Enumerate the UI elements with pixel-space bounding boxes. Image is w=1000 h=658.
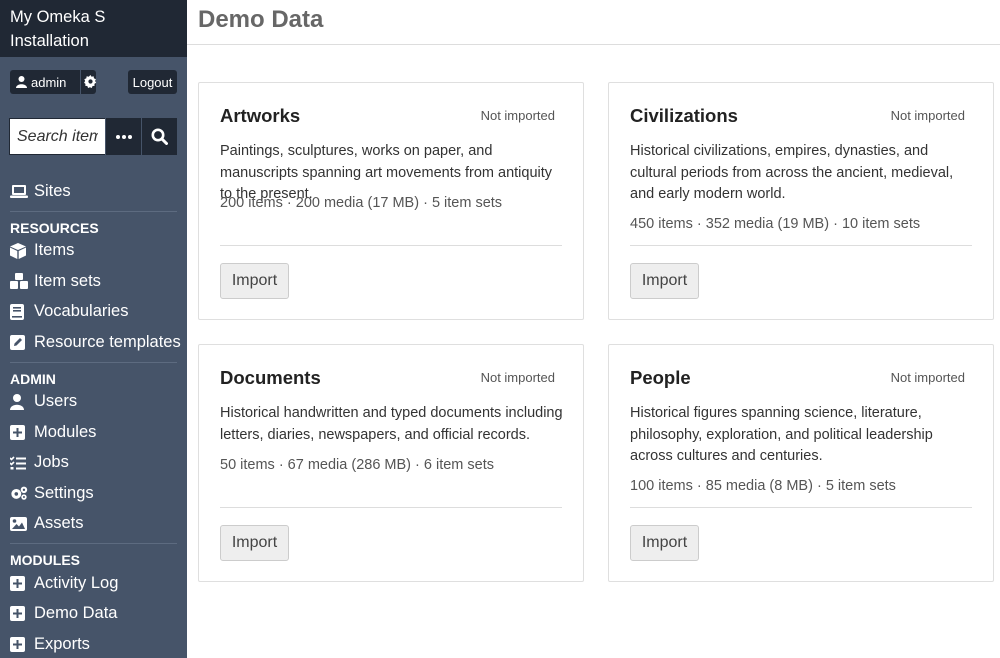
site-title[interactable]: My Omeka S Installation	[0, 0, 187, 57]
sidebar-item-label: Activity Log	[34, 573, 119, 592]
site-title-line1: My Omeka S	[10, 8, 106, 26]
site-title-line2: Installation	[10, 32, 89, 50]
sidebar-item-label: Item sets	[34, 271, 101, 290]
sidebar-item-jobs[interactable]: Jobs	[0, 448, 187, 479]
dataset-card-people: People Not imported Historical figures s…	[608, 344, 994, 582]
import-button[interactable]: Import	[220, 525, 289, 561]
sidebar-item-label: Resource templates	[34, 332, 181, 351]
import-button[interactable]: Import	[630, 525, 699, 561]
card-description: Historical civilizations, empires, dynas…	[630, 143, 954, 202]
sidebar-item-item-sets[interactable]: Item sets	[0, 266, 187, 297]
modules-heading: MODULES	[10, 552, 80, 568]
sidebar-item-label: Modules	[34, 422, 97, 441]
cube-icon	[10, 242, 28, 259]
dataset-card-artworks: Artworks Not imported Paintings, sculptu…	[198, 82, 584, 320]
plus-square-icon	[10, 606, 28, 622]
card-title: Documents	[220, 367, 321, 388]
sidebar-item-activity-log[interactable]: Activity Log	[0, 568, 187, 599]
sidebar-item-demo-data[interactable]: Demo Data	[0, 599, 187, 630]
user-icon	[10, 393, 28, 410]
sidebar-item-modules[interactable]: Modules	[0, 417, 187, 448]
divider	[10, 543, 177, 544]
gear-icon[interactable]	[84, 75, 97, 91]
sidebar-item-label: Demo Data	[34, 604, 118, 623]
user-name[interactable]: admin	[27, 75, 66, 90]
divider	[10, 361, 177, 363]
divider	[80, 70, 81, 94]
search-button[interactable]	[141, 118, 177, 155]
plus-square-icon	[10, 424, 28, 440]
edit-icon	[10, 334, 28, 350]
sidebar-item-sites[interactable]: Sites	[0, 176, 187, 207]
sidebar-item-assets[interactable]: Assets	[0, 509, 187, 540]
more-icon	[115, 134, 132, 139]
divider	[630, 245, 972, 246]
card-title: People	[630, 367, 691, 388]
status-badge: Not imported	[890, 108, 965, 123]
image-icon	[10, 516, 28, 531]
search-input[interactable]	[9, 118, 105, 155]
user-menu[interactable]: admin	[10, 70, 97, 94]
sidebar-nav: Sites RESOURCES Items Item sets Vocabula…	[0, 176, 187, 658]
import-button[interactable]: Import	[220, 263, 289, 299]
search-form	[9, 118, 177, 155]
sidebar-item-label: Sites	[34, 181, 71, 200]
divider	[220, 245, 562, 246]
card-stats: 450 items · 352 media (19 MB) · 10 item …	[630, 216, 921, 232]
sidebar-item-label: Assets	[34, 514, 84, 533]
import-button[interactable]: Import	[630, 263, 699, 299]
resources-heading: RESOURCES	[10, 219, 99, 236]
cogs-icon	[10, 485, 28, 501]
divider	[10, 210, 177, 212]
advanced-search-button[interactable]	[105, 118, 141, 155]
sidebar-item-exports[interactable]: Exports	[0, 629, 187, 658]
card-description: Historical handwritten and typed documen…	[220, 405, 563, 443]
plus-square-icon	[10, 575, 28, 591]
divider	[630, 507, 972, 508]
laptop-icon	[10, 184, 28, 198]
sidebar-item-vocabularies[interactable]: Vocabularies	[0, 297, 187, 328]
plus-square-icon	[10, 636, 28, 652]
sidebar-item-label: Exports	[34, 634, 90, 653]
card-stats: 50 items · 67 media (286 MB) · 6 item se…	[220, 457, 494, 473]
status-badge: Not imported	[480, 108, 555, 123]
sidebar-item-label: Users	[34, 392, 78, 411]
sidebar-item-label: Vocabularies	[34, 302, 129, 321]
card-stats: 100 items · 85 media (8 MB) · 5 item set…	[630, 478, 896, 494]
admin-heading: ADMIN	[10, 370, 56, 387]
user-icon	[16, 76, 27, 88]
page-title: Demo Data	[198, 6, 324, 33]
card-description: Historical figures spanning science, lit…	[630, 405, 933, 464]
dataset-card-civilizations: Civilizations Not imported Historical ci…	[608, 82, 994, 320]
sidebar-item-label: Jobs	[34, 453, 69, 472]
page-header: Demo Data	[187, 0, 1000, 45]
search-icon	[151, 128, 168, 145]
book-icon	[10, 303, 28, 320]
sidebar: My Omeka S Installation admin Logout Sit…	[0, 0, 187, 658]
card-title: Artworks	[220, 105, 301, 126]
sidebar-item-items[interactable]: Items	[0, 236, 187, 267]
sidebar-item-label: Items	[34, 241, 75, 260]
cubes-icon	[10, 273, 28, 290]
dataset-card-documents: Documents Not imported Historical handwr…	[198, 344, 584, 582]
tasks-icon	[10, 456, 28, 470]
status-badge: Not imported	[890, 370, 965, 385]
divider	[220, 507, 562, 508]
sidebar-item-resource-templates[interactable]: Resource templates	[0, 327, 187, 358]
sidebar-item-users[interactable]: Users	[0, 387, 187, 418]
sidebar-item-settings[interactable]: Settings	[0, 478, 187, 509]
card-title: Civilizations	[630, 105, 738, 126]
sidebar-item-label: Settings	[34, 483, 94, 502]
logout-button[interactable]: Logout	[128, 70, 177, 94]
status-badge: Not imported	[480, 370, 555, 385]
card-stats: 200 items · 200 media (17 MB) · 5 item s…	[220, 195, 503, 211]
